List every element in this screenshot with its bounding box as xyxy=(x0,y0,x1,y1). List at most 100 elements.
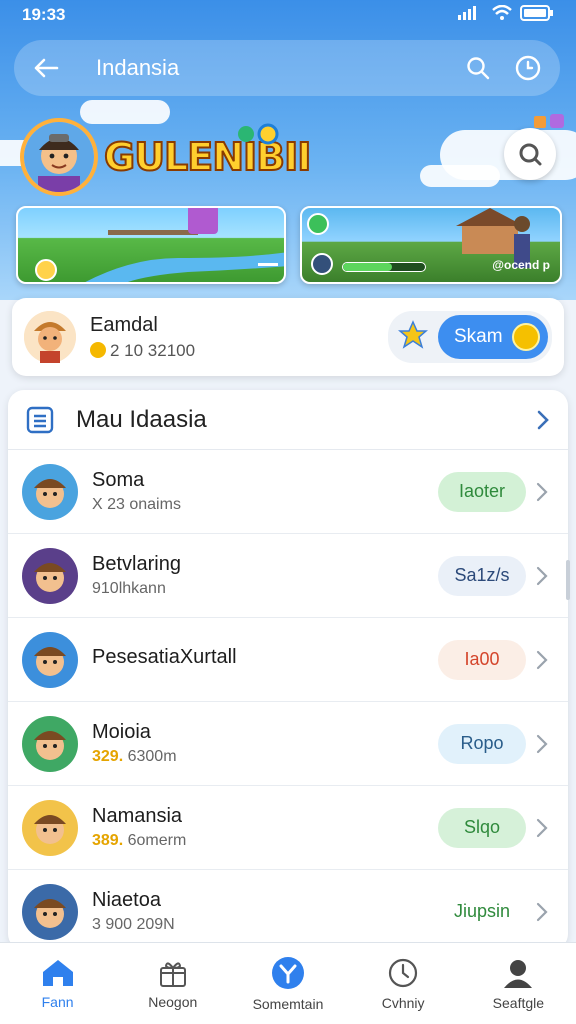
battery-icon xyxy=(520,4,554,26)
nav-label-badge: Somemtain xyxy=(252,995,324,1012)
nav-item-gift[interactable]: Neogon xyxy=(118,958,228,1010)
status-bar: 19:33 xyxy=(0,0,576,30)
list-header[interactable]: Mau Idaasia xyxy=(8,390,568,450)
game-banner-2[interactable]: @ocend p xyxy=(300,206,562,284)
star-icon xyxy=(397,319,429,355)
clock-icon xyxy=(389,958,418,987)
list-row[interactable]: Namansia 389. 6omerm Slqo xyxy=(8,786,568,870)
player-avatar[interactable] xyxy=(20,118,98,196)
row-action-label: Ropo xyxy=(460,733,504,753)
row-sub-text: 6omerm xyxy=(127,832,187,849)
game-banner-1[interactable] xyxy=(16,206,286,284)
app-bar: Indansia xyxy=(14,40,560,96)
chevron-right-icon[interactable] xyxy=(530,650,554,670)
row-action-label: Ia00 xyxy=(464,649,500,669)
list-row[interactable]: Soma X 23 onaims Iaoter xyxy=(8,450,568,534)
timer-button[interactable] xyxy=(510,50,546,86)
chevron-right-icon[interactable] xyxy=(530,734,554,754)
row-action-label: Iaoter xyxy=(458,481,506,501)
list-row[interactable]: PesesatiaXurtall Ia00 xyxy=(8,618,568,702)
row-sub-text: 6300m xyxy=(127,748,177,765)
home-icon xyxy=(42,959,73,986)
list-row[interactable]: Moioia 329. 6300m Ropo xyxy=(8,702,568,786)
profile-avatar[interactable] xyxy=(24,311,76,363)
search-icon xyxy=(467,57,490,80)
search-refresh-icon xyxy=(519,143,542,166)
profile-name: Eamdal xyxy=(90,313,158,336)
row-avatar[interactable] xyxy=(22,547,78,604)
sparkle-decoration-icon xyxy=(532,112,568,137)
nav-item-clock[interactable]: Cvhniy xyxy=(348,957,458,1011)
coin-icon xyxy=(90,341,106,358)
banner-progress-fill xyxy=(343,263,393,271)
row-sub-highlight: 329. xyxy=(92,748,124,765)
row-name: Betvlaring xyxy=(92,553,181,575)
list-row[interactable]: Betvlaring 910lhkann Sa1z/s xyxy=(8,534,568,618)
row-action-label: Slqo xyxy=(463,817,501,837)
row-avatar[interactable] xyxy=(22,799,78,856)
banner-2-text: @ocend p xyxy=(492,258,550,272)
nav-label-gift: Neogon xyxy=(148,993,198,1010)
row-action-button[interactable]: Ia00 xyxy=(438,639,526,680)
nav-label-profile: Seaftgle xyxy=(492,994,545,1011)
player-list: Soma X 23 onaims Iaoter Betvlaring 910lh… xyxy=(8,450,568,950)
scan-group: Skam xyxy=(388,311,552,363)
profile-icon xyxy=(504,959,533,988)
scan-button-label: Skam xyxy=(454,326,503,347)
row-sub-text: X 23 onaims xyxy=(92,496,181,513)
scan-button[interactable]: Skam xyxy=(438,315,548,359)
row-avatar[interactable] xyxy=(22,463,78,520)
row-sub-highlight: 389. xyxy=(92,832,124,849)
row-name: Niaetoa xyxy=(92,889,161,911)
row-sub: 910lhkann xyxy=(92,580,438,598)
nav-item-badge[interactable]: Somemtain xyxy=(233,956,343,1012)
arrow-left-icon xyxy=(34,58,59,78)
row-action-button[interactable]: Slqo xyxy=(438,807,526,848)
row-sub-text: 3 900 209N xyxy=(92,916,175,933)
list-card: Mau Idaasia Soma X 23 onaims Iaoter Betv… xyxy=(8,390,568,950)
row-avatar[interactable] xyxy=(22,883,78,940)
row-action-button[interactable]: Iaoter xyxy=(438,471,526,512)
row-action-label: Jiupsin xyxy=(453,901,511,921)
coin-icon xyxy=(512,323,540,351)
chevron-right-icon xyxy=(537,410,549,429)
chevron-right-icon[interactable] xyxy=(530,818,554,838)
row-sub: X 23 onaims xyxy=(92,496,438,514)
list-row[interactable]: Niaetoa 3 900 209N Jiupsin xyxy=(8,870,568,950)
row-sub-text: 910lhkann xyxy=(92,580,166,597)
row-action-button[interactable]: Ropo xyxy=(438,723,526,764)
row-avatar[interactable] xyxy=(22,715,78,772)
timer-icon xyxy=(515,55,541,81)
profile-stats: 2 10 32100 xyxy=(110,340,196,360)
row-name: Soma xyxy=(92,469,145,491)
chevron-right-icon[interactable] xyxy=(530,902,554,922)
row-sub: 389. 6omerm xyxy=(92,832,438,850)
banner-progress-bar xyxy=(342,262,426,272)
badge-icon xyxy=(271,956,304,989)
list-icon xyxy=(26,406,54,433)
row-action-button[interactable]: Sa1z/s xyxy=(438,555,526,596)
status-time: 19:33 xyxy=(22,5,66,24)
row-action-label: Sa1z/s xyxy=(454,565,510,585)
gift-icon xyxy=(159,961,186,987)
swirl-decoration-icon xyxy=(234,122,284,153)
river-scene-icon xyxy=(35,208,284,282)
row-action-button[interactable]: Jiupsin xyxy=(438,891,526,932)
search-button[interactable] xyxy=(460,50,496,86)
chevron-right-icon[interactable] xyxy=(530,566,554,586)
village-scene-icon xyxy=(307,208,530,275)
chevron-right-icon[interactable] xyxy=(530,482,554,502)
nav-label-clock: Cvhniy xyxy=(381,994,425,1011)
nav-item-home[interactable]: Fann xyxy=(3,958,113,1010)
bottom-nav: Fann Neogon Somemtain Cvhniy Seaftgle xyxy=(0,942,576,1024)
row-avatar[interactable] xyxy=(22,631,78,688)
back-button[interactable] xyxy=(28,50,64,86)
scrollbar[interactable] xyxy=(566,560,570,600)
app-title: Indansia xyxy=(96,55,180,80)
profile-card: Eamdal 2 10 32100 Skam xyxy=(12,298,564,376)
row-sub: 329. 6300m xyxy=(92,748,438,766)
list-title: Mau Idaasia xyxy=(76,405,207,433)
nav-item-profile[interactable]: Seaftgle xyxy=(463,957,573,1011)
row-name: Namansia xyxy=(92,805,183,827)
row-sub: 3 900 209N xyxy=(92,916,438,934)
